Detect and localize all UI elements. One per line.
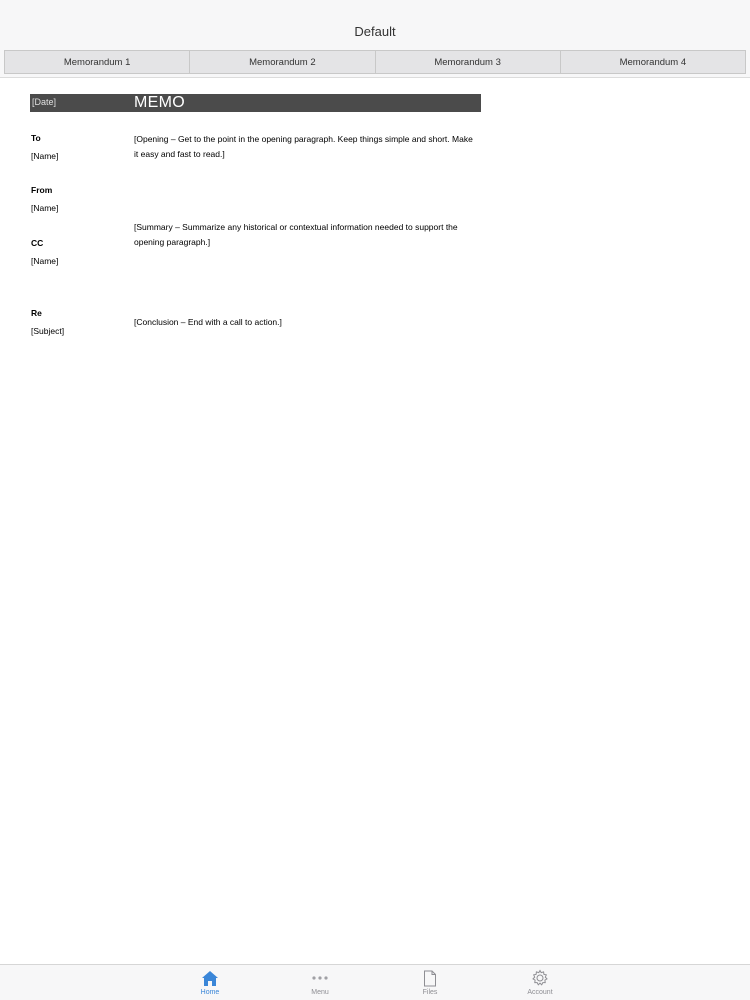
conclusion-paragraph: [Conclusion – End with a call to action.…	[134, 317, 282, 327]
segment-bar: Memorandum 1 Memorandum 2 Memorandum 3 M…	[0, 46, 750, 78]
segment-memorandum-4[interactable]: Memorandum 4	[561, 51, 745, 73]
memo-date: [Date]	[32, 97, 57, 107]
document-page[interactable]: [Date] MEMO To [Name] From [Name] CC [Na…	[0, 78, 750, 964]
tab-home[interactable]: Home	[180, 969, 240, 999]
gear-icon	[530, 969, 550, 987]
opening-paragraph: [Opening – Get to the point in the openi…	[134, 134, 473, 159]
page-title: Default	[354, 23, 396, 39]
segment-memorandum-3[interactable]: Memorandum 3	[376, 51, 561, 73]
more-icon	[310, 969, 330, 987]
tab-menu-label: Menu	[311, 989, 329, 996]
navigation-bar: Default	[0, 0, 750, 46]
tab-files[interactable]: Files	[400, 969, 460, 999]
re-value: [Subject]	[31, 326, 65, 336]
tab-bar: Home Menu Files Account	[0, 964, 750, 1000]
re-label: Re	[31, 308, 42, 318]
segment-memorandum-2[interactable]: Memorandum 2	[190, 51, 376, 73]
segmented-control: Memorandum 1 Memorandum 2 Memorandum 3 M…	[4, 50, 746, 74]
summary-paragraph: [Summary – Summarize any historical or c…	[134, 222, 458, 247]
tab-home-label: Home	[200, 989, 220, 996]
cc-value: [Name]	[31, 256, 59, 266]
from-label: From	[31, 185, 53, 195]
tab-files-label: Files	[422, 989, 438, 996]
segment-memorandum-1[interactable]: Memorandum 1	[5, 51, 191, 73]
tab-account-label: Account	[527, 989, 553, 996]
to-label: To	[31, 133, 41, 143]
from-value: [Name]	[31, 203, 59, 213]
home-icon	[200, 969, 220, 987]
tab-menu[interactable]: Menu	[290, 969, 350, 999]
memo-title: MEMO	[134, 94, 185, 111]
to-value: [Name]	[31, 151, 59, 161]
tab-account[interactable]: Account	[510, 969, 570, 999]
cc-label: CC	[31, 238, 44, 248]
file-icon	[420, 969, 440, 987]
memo-header-bar: [Date] MEMO	[30, 94, 481, 112]
